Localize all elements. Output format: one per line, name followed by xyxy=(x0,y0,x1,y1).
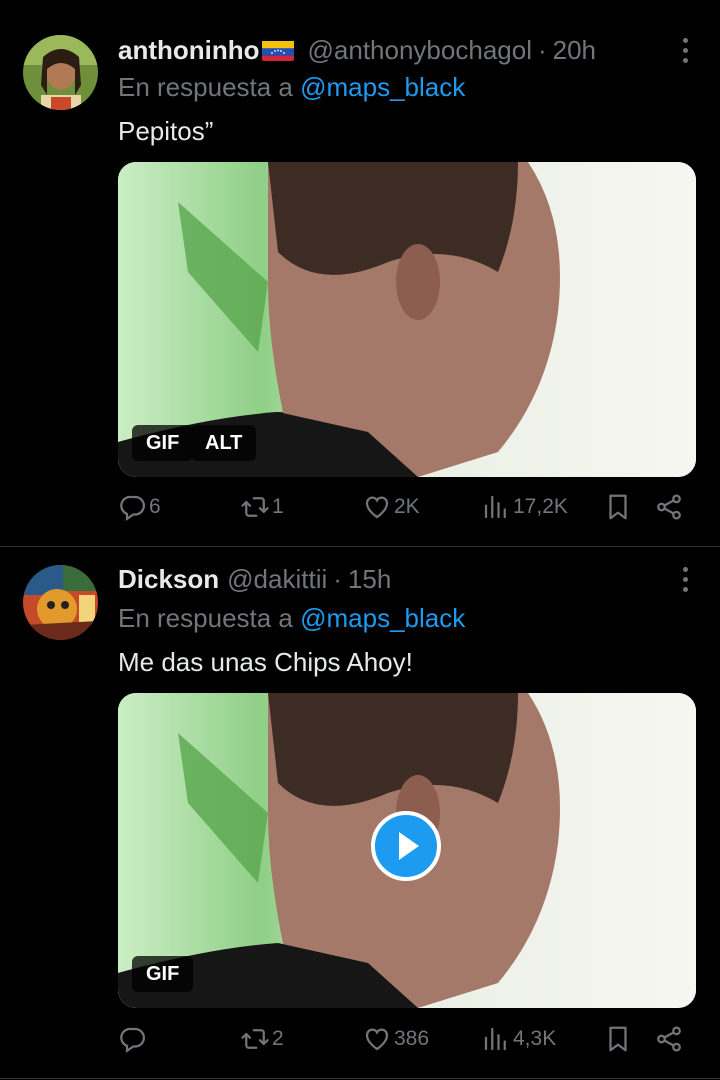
retweet-button[interactable]: 1 xyxy=(240,492,284,522)
views-bars-icon xyxy=(481,1024,511,1054)
like-button[interactable]: 386 xyxy=(362,1024,429,1054)
heart-icon xyxy=(362,1024,392,1054)
view-count: 17,2K xyxy=(513,495,568,518)
reply-prefix: En respuesta a xyxy=(118,72,293,102)
avatar[interactable] xyxy=(23,565,98,640)
reply-context: En respuesta a @maps_black xyxy=(118,72,465,103)
retweet-icon xyxy=(240,492,270,522)
user-handle[interactable]: @anthonybochagol xyxy=(308,35,532,66)
bookmark-icon xyxy=(603,1024,633,1054)
display-name[interactable]: Dickson xyxy=(118,564,219,595)
tweet-header: Dickson @dakittii · 15h xyxy=(118,559,391,599)
action-bar: 6 1 2K 17,2K xyxy=(0,492,720,532)
avatar[interactable] xyxy=(23,35,98,110)
share-icon xyxy=(654,1024,684,1054)
reply-to-link[interactable]: @maps_black xyxy=(300,603,465,633)
bookmark-icon xyxy=(603,492,633,522)
like-count: 2K xyxy=(394,495,420,518)
tweet-text: Pepitos” xyxy=(118,116,214,146)
venezuela-flag-icon xyxy=(261,39,294,61)
play-icon xyxy=(399,832,419,860)
user-handle[interactable]: @dakittii xyxy=(227,564,327,595)
reply-prefix: En respuesta a xyxy=(118,603,293,633)
tweet[interactable]: Dickson @dakittii · 15h En respuesta a @… xyxy=(0,547,720,1080)
action-bar: 2 386 4,3K xyxy=(0,1024,720,1064)
timestamp[interactable]: 20h xyxy=(553,35,596,66)
gif-badge: GIF xyxy=(132,425,194,461)
gif-badge: GIF xyxy=(132,956,194,992)
share-icon xyxy=(654,492,684,522)
gif-media[interactable]: GIF xyxy=(118,693,696,1008)
retweet-count: 2 xyxy=(272,1027,284,1050)
comment-icon xyxy=(117,492,147,522)
reply-button[interactable]: 6 xyxy=(117,492,161,522)
tweet-text: Me das unas Chips Ahoy! xyxy=(118,647,413,677)
more-vertical-icon[interactable] xyxy=(680,38,690,68)
share-button[interactable] xyxy=(654,492,686,522)
alt-badge[interactable]: ALT xyxy=(191,425,257,461)
heart-icon xyxy=(362,492,392,522)
retweet-count: 1 xyxy=(272,495,284,518)
gif-media[interactable]: GIF ALT xyxy=(118,162,696,477)
play-button[interactable] xyxy=(371,811,441,881)
display-name[interactable]: anthoninho xyxy=(118,35,260,66)
reply-to-link[interactable]: @maps_black xyxy=(300,72,465,102)
view-count: 4,3K xyxy=(513,1027,557,1050)
views-button[interactable]: 4,3K xyxy=(481,1024,556,1054)
views-bars-icon xyxy=(481,492,511,522)
comment-icon xyxy=(117,1024,147,1054)
tweet-header: anthoninho @anthonybochagol · 20h xyxy=(118,30,596,70)
reply-context: En respuesta a @maps_black xyxy=(118,603,465,634)
reply-button[interactable] xyxy=(117,1024,149,1054)
retweet-button[interactable]: 2 xyxy=(240,1024,284,1054)
separator-dot: · xyxy=(537,34,547,65)
like-count: 386 xyxy=(394,1027,430,1050)
bookmark-button[interactable] xyxy=(603,492,635,522)
share-button[interactable] xyxy=(654,1024,686,1054)
retweet-icon xyxy=(240,1024,270,1054)
like-button[interactable]: 2K xyxy=(362,492,420,522)
views-button[interactable]: 17,2K xyxy=(481,492,568,522)
tweet[interactable]: anthoninho @anthonybochagol · 20h En res… xyxy=(0,0,720,546)
timestamp[interactable]: 15h xyxy=(348,564,391,595)
bookmark-button[interactable] xyxy=(603,1024,635,1054)
tweet-divider xyxy=(0,1078,720,1079)
more-vertical-icon[interactable] xyxy=(680,567,690,597)
reply-count: 6 xyxy=(149,495,161,518)
separator-dot: · xyxy=(333,563,342,594)
